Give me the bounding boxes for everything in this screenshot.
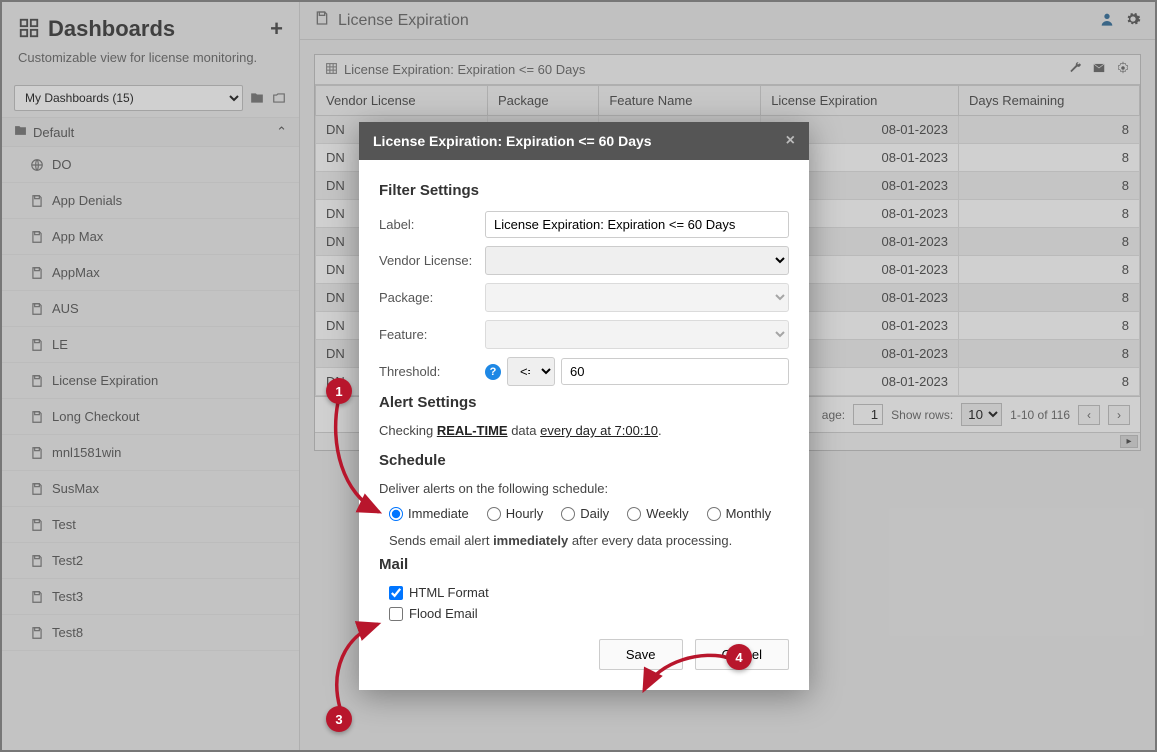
schedule-radio-weekly[interactable]: Weekly — [627, 506, 688, 521]
close-icon[interactable]: × — [786, 132, 795, 150]
html-format-label: HTML Format — [409, 585, 489, 600]
mail-heading: Mail — [379, 556, 789, 573]
radio-input[interactable] — [627, 507, 641, 521]
feature-label: Feature: — [379, 327, 479, 342]
radio-input[interactable] — [487, 507, 501, 521]
schedule-radio-immediate[interactable]: Immediate — [389, 506, 469, 521]
help-icon[interactable]: ? — [485, 364, 501, 380]
schedule-radio-hourly[interactable]: Hourly — [487, 506, 544, 521]
alert-settings-heading: Alert Settings — [379, 394, 789, 411]
label-label: Label: — [379, 217, 479, 232]
radio-input[interactable] — [561, 507, 575, 521]
package-label: Package: — [379, 290, 479, 305]
html-format-checkbox[interactable] — [389, 586, 403, 600]
callout-4: 4 — [726, 644, 752, 670]
schedule-heading: Schedule — [379, 452, 789, 469]
filter-modal: License Expiration: Expiration <= 60 Day… — [359, 122, 809, 690]
threshold-input[interactable] — [561, 358, 789, 385]
save-button[interactable]: Save — [599, 639, 683, 670]
alert-check-text: Checking REAL-TIME data every day at 7:0… — [379, 423, 789, 438]
schedule-radio-monthly[interactable]: Monthly — [707, 506, 772, 521]
label-input[interactable] — [485, 211, 789, 238]
flood-email-label: Flood Email — [409, 606, 478, 621]
threshold-label: Threshold: — [379, 364, 479, 379]
vendor-select[interactable] — [485, 246, 789, 275]
vendor-label: Vendor License: — [379, 253, 479, 268]
filter-settings-heading: Filter Settings — [379, 182, 789, 199]
package-select[interactable] — [485, 283, 789, 312]
radio-input[interactable] — [707, 507, 721, 521]
schedule-radio-group: Immediate Hourly Daily Weekly Monthly — [389, 506, 789, 521]
feature-select[interactable] — [485, 320, 789, 349]
callout-1: 1 — [326, 378, 352, 404]
schedule-radio-daily[interactable]: Daily — [561, 506, 609, 521]
flood-email-checkbox[interactable] — [389, 607, 403, 621]
modal-title: License Expiration: Expiration <= 60 Day… — [373, 133, 652, 149]
callout-3: 3 — [326, 706, 352, 732]
schedule-subtext: Deliver alerts on the following schedule… — [379, 481, 789, 496]
radio-input[interactable] — [389, 507, 403, 521]
schedule-description: Sends email alert immediately after ever… — [389, 533, 789, 548]
threshold-op-select[interactable]: <= — [507, 357, 555, 386]
